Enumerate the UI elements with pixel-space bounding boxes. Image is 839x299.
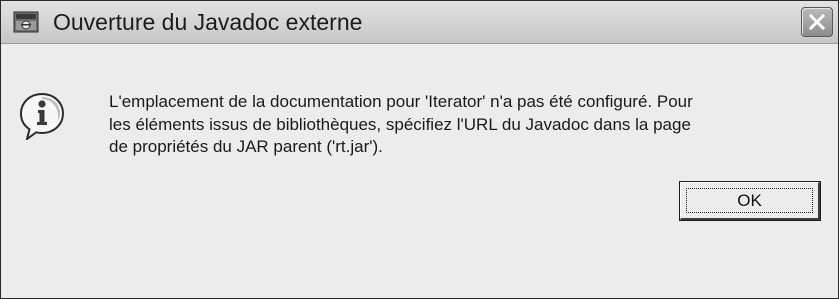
title-bar[interactable]: Ouverture du Javadoc externe (1, 1, 838, 44)
window-title: Ouverture du Javadoc externe (53, 9, 363, 35)
close-icon (809, 14, 825, 30)
ok-button[interactable]: OK (679, 181, 821, 221)
javadoc-dialog-window: Ouverture du Javadoc externe L'emplaceme… (0, 0, 839, 299)
ok-button-label: OK (737, 191, 762, 210)
dialog-body: L'emplacement de la documentation pour '… (1, 44, 838, 298)
info-icon (19, 92, 65, 142)
close-button[interactable] (801, 7, 833, 37)
eclipse-app-icon (13, 11, 39, 33)
dialog-message: L'emplacement de la documentation pour '… (109, 92, 693, 156)
